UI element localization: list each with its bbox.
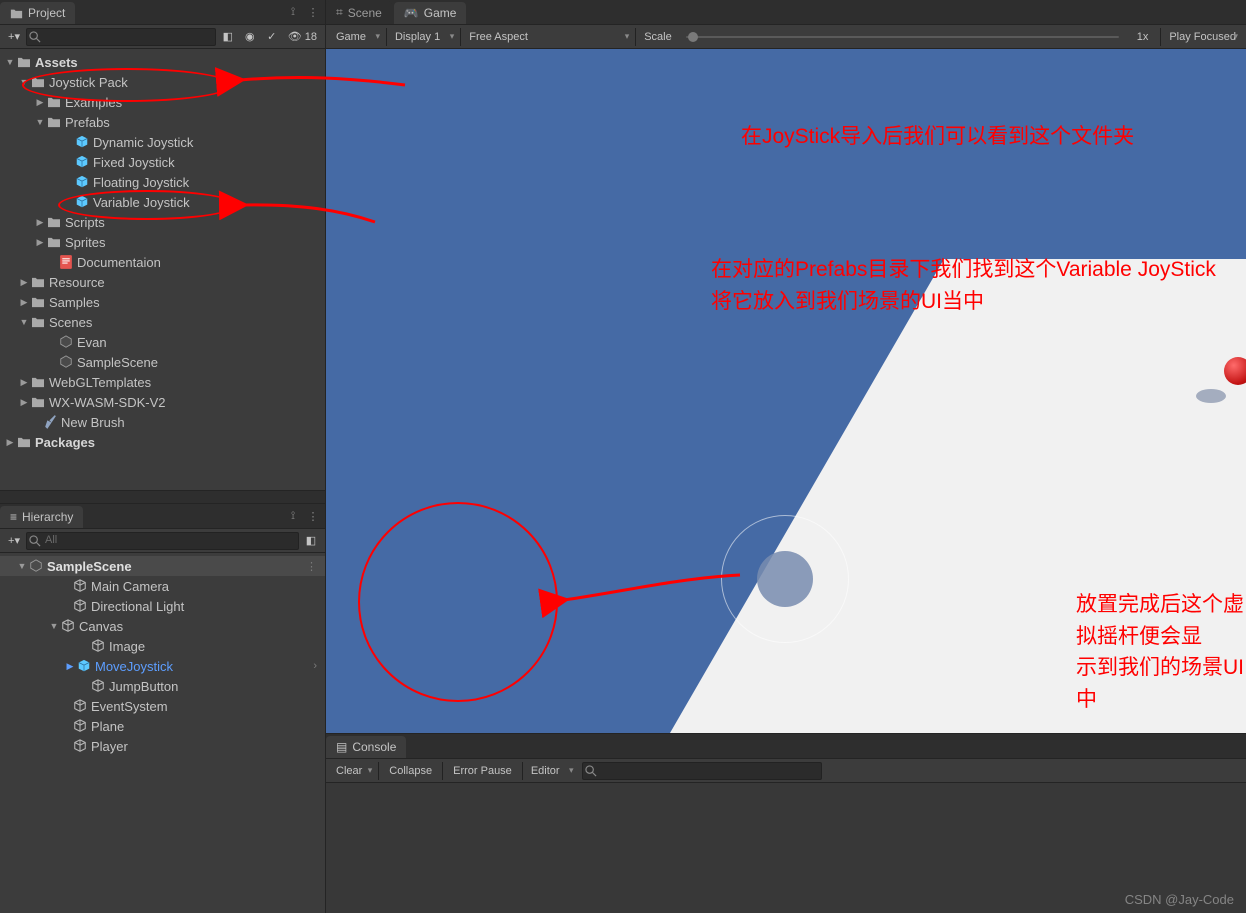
filter-by-label-icon[interactable]: ◉ [240, 28, 260, 46]
packages-folder[interactable]: ▶Packages [0, 432, 325, 452]
samples-folder[interactable]: ▶Samples [0, 292, 325, 312]
new-brush-asset[interactable]: ▶New Brush [0, 412, 325, 432]
floating-joystick-prefab[interactable]: ▶Floating Joystick [0, 172, 325, 192]
samplescene-scene[interactable]: ▶SampleScene [0, 352, 325, 372]
event-system-go[interactable]: ▶EventSystem [0, 696, 325, 716]
ball-shadow [1196, 389, 1226, 403]
variable-joystick-prefab[interactable]: ▶Variable Joystick [0, 192, 325, 212]
prefabs-folder[interactable]: ▼Prefabs [0, 112, 325, 132]
scene-icon: ⌗ [336, 5, 343, 20]
project-tab[interactable]: Project [0, 2, 75, 24]
display-dropdown[interactable]: Display 1 [389, 28, 458, 46]
game-view[interactable]: 在JoyStick导入后我们可以看到这个文件夹 在对应的Prefabs目录下我们… [326, 49, 1246, 733]
player-go[interactable]: ▶Player [0, 736, 325, 756]
plane-go[interactable]: ▶Plane [0, 716, 325, 736]
filter-by-type-icon[interactable]: ◧ [218, 28, 238, 46]
lock-icon[interactable]: ⟟ [285, 4, 301, 20]
scale-label: Scale [638, 31, 678, 43]
console-tab[interactable]: ▤Console [326, 736, 406, 758]
game-toolbar: Game Display 1 Free Aspect Scale 1x Play… [326, 25, 1246, 49]
search-icon [29, 31, 41, 43]
annotation-1: 在JoyStick导入后我们可以看到这个文件夹 [741, 121, 1134, 153]
collapse-button[interactable]: Collapse [381, 762, 440, 780]
project-tabbar: Project ⟟ ⋮ [0, 0, 325, 25]
hierarchy-tab[interactable]: ≡ Hierarchy [0, 506, 83, 528]
virtual-joystick [721, 515, 849, 643]
assets-folder[interactable]: ▼Assets [0, 52, 325, 72]
filter-icon[interactable]: ◧ [301, 532, 321, 550]
panel-divider[interactable] [0, 490, 325, 504]
player-ball [1224, 357, 1246, 385]
documentation-file[interactable]: ▶Documentaion [0, 252, 325, 272]
scale-value: 1x [1127, 31, 1159, 43]
console-body [326, 783, 1246, 913]
gamepad-icon: 🎮 [404, 6, 419, 20]
hidden-count[interactable]: 👁 18 [284, 28, 321, 46]
aspect-dropdown[interactable]: Free Aspect [463, 28, 633, 46]
console-toolbar: Clear Collapse Error Pause Editor [326, 759, 1246, 783]
lock-icon[interactable]: ⟟ [285, 508, 301, 524]
image-go[interactable]: ▶Image [0, 636, 325, 656]
hierarchy-search-input[interactable]: All [26, 532, 299, 550]
console-search-input[interactable] [582, 762, 822, 780]
floor-plane [656, 259, 1246, 733]
project-tab-label: Project [28, 6, 65, 20]
sprites-folder[interactable]: ▶Sprites [0, 232, 325, 252]
jump-button-go[interactable]: ▶JumpButton [0, 676, 325, 696]
project-tree[interactable]: ▼Assets ▼Joystick Pack ▶Examples ▼Prefab… [0, 49, 325, 490]
hierarchy-tab-label: Hierarchy [22, 510, 73, 524]
game-tab[interactable]: 🎮Game [394, 2, 467, 24]
hierarchy-toolbar: +▾ All ◧ [0, 529, 325, 553]
directional-light-go[interactable]: ▶Directional Light [0, 596, 325, 616]
eye-icon: 👁 [288, 30, 302, 43]
scripts-folder[interactable]: ▶Scripts [0, 212, 325, 232]
joystick-handle [757, 551, 813, 607]
play-focused-dropdown[interactable]: Play Focused [1163, 28, 1242, 46]
webgl-templates-folder[interactable]: ▶WebGLTemplates [0, 372, 325, 392]
scene-tab[interactable]: ⌗Scene [326, 1, 392, 24]
add-button[interactable]: +▾ [4, 28, 24, 46]
console-tabbar: ▤Console [326, 734, 1246, 759]
dynamic-joystick-prefab[interactable]: ▶Dynamic Joystick [0, 132, 325, 152]
evan-scene[interactable]: ▶Evan [0, 332, 325, 352]
scene-header[interactable]: ▼SampleScene⋮ [0, 556, 325, 576]
main-tabbar: ⌗Scene 🎮Game [326, 0, 1246, 25]
wasm-sdk-folder[interactable]: ▶WX-WASM-SDK-V2 [0, 392, 325, 412]
search-icon [585, 765, 597, 777]
game-mode-dropdown[interactable]: Game [330, 28, 384, 46]
favorite-icon[interactable]: ✓ [262, 28, 282, 46]
hierarchy-tabbar: ≡ Hierarchy ⟟ ⋮ [0, 504, 325, 529]
error-pause-button[interactable]: Error Pause [445, 762, 520, 780]
resource-folder[interactable]: ▶Resource [0, 272, 325, 292]
joystick-pack-folder[interactable]: ▼Joystick Pack [0, 72, 325, 92]
project-search-input[interactable] [26, 28, 216, 46]
move-joystick-go[interactable]: ▶MoveJoystick› [0, 656, 325, 676]
clear-button[interactable]: Clear [330, 762, 376, 780]
scenes-folder[interactable]: ▼Scenes [0, 312, 325, 332]
search-icon [29, 535, 41, 547]
watermark: CSDN @Jay-Code [1125, 892, 1234, 907]
scale-slider[interactable] [686, 28, 1119, 46]
panel-menu-icon[interactable]: ⋮ [305, 4, 321, 20]
console-icon: ▤ [336, 740, 347, 754]
hierarchy-icon: ≡ [10, 510, 17, 524]
project-toolbar: +▾ ◧ ◉ ✓ 👁 18 [0, 25, 325, 49]
canvas-go[interactable]: ▼Canvas [0, 616, 325, 636]
add-button[interactable]: +▾ [4, 532, 24, 550]
editor-dropdown[interactable]: Editor [525, 762, 578, 780]
fixed-joystick-prefab[interactable]: ▶Fixed Joystick [0, 152, 325, 172]
main-camera-go[interactable]: ▶Main Camera [0, 576, 325, 596]
examples-folder[interactable]: ▶Examples [0, 92, 325, 112]
hierarchy-tree[interactable]: ▼SampleScene⋮ ▶Main Camera ▶Directional … [0, 553, 325, 913]
panel-menu-icon[interactable]: ⋮ [305, 508, 321, 524]
